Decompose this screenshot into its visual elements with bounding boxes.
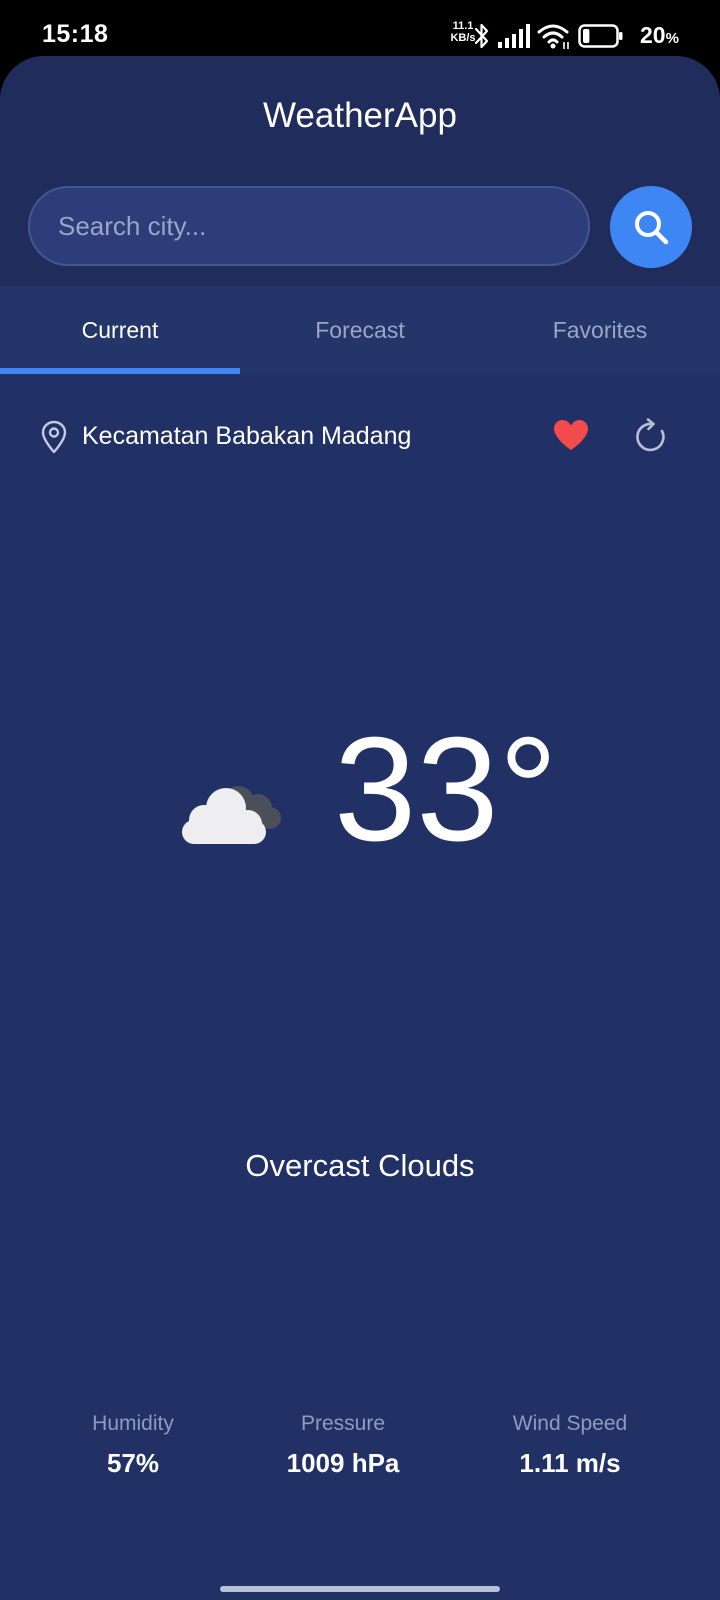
weather-app: WeatherApp Current Forecast Favorites Ke… xyxy=(0,56,720,1600)
battery-percent-sign: % xyxy=(665,30,679,47)
bluetooth-icon xyxy=(474,23,489,49)
phone-screen: 15:18 11.1 KB/s 20% WeatherApp Search ci… xyxy=(0,0,720,1600)
status-time: 15:18 xyxy=(42,20,109,48)
humidity-value: 57% xyxy=(106,1448,160,1478)
search-button[interactable] xyxy=(610,186,692,268)
wind-speed-value: 1.11 m/s xyxy=(519,1448,621,1478)
current-temperature: 33° xyxy=(334,707,558,872)
wifi-icon xyxy=(537,24,569,49)
status-bar: 15:18 11.1 KB/s 20% xyxy=(0,0,720,58)
wind-speed-stat: Wind Speed 1.11 m/s xyxy=(450,1412,690,1479)
battery-percent: 20% xyxy=(640,22,679,49)
tab-favorites[interactable]: Favorites xyxy=(480,286,720,374)
humidity-label: Humidity xyxy=(92,1412,174,1435)
active-tab-indicator xyxy=(0,368,240,374)
tab-current[interactable]: Current xyxy=(0,286,240,374)
signal-icon xyxy=(498,24,530,48)
overcast-clouds-icon xyxy=(182,786,281,844)
location-row: Kecamatan Babakan Madang xyxy=(0,396,720,476)
search-icon xyxy=(635,211,669,245)
battery-percent-value: 20 xyxy=(640,22,666,48)
pressure-value: 1009 hPa xyxy=(286,1448,400,1478)
app-title: WeatherApp xyxy=(263,96,457,135)
battery-icon xyxy=(578,24,623,48)
humidity-stat: Humidity 57% xyxy=(13,1412,253,1479)
location-pin-icon xyxy=(41,420,67,454)
wind-speed-label: Wind Speed xyxy=(512,1412,628,1435)
pressure-stat: Pressure 1009 hPa xyxy=(223,1412,463,1479)
tab-forecast[interactable]: Forecast xyxy=(240,286,480,374)
search-city-input[interactable] xyxy=(28,186,590,266)
pressure-label: Pressure xyxy=(300,1412,386,1435)
home-indicator[interactable] xyxy=(220,1586,500,1592)
weather-condition: Overcast Clouds xyxy=(245,1148,475,1183)
location-name: Kecamatan Babakan Madang xyxy=(82,422,412,450)
favorite-heart-icon[interactable] xyxy=(552,418,590,452)
refresh-icon[interactable] xyxy=(634,418,670,456)
tab-bar: Current Forecast Favorites xyxy=(0,286,720,374)
app-header: WeatherApp xyxy=(0,56,720,286)
